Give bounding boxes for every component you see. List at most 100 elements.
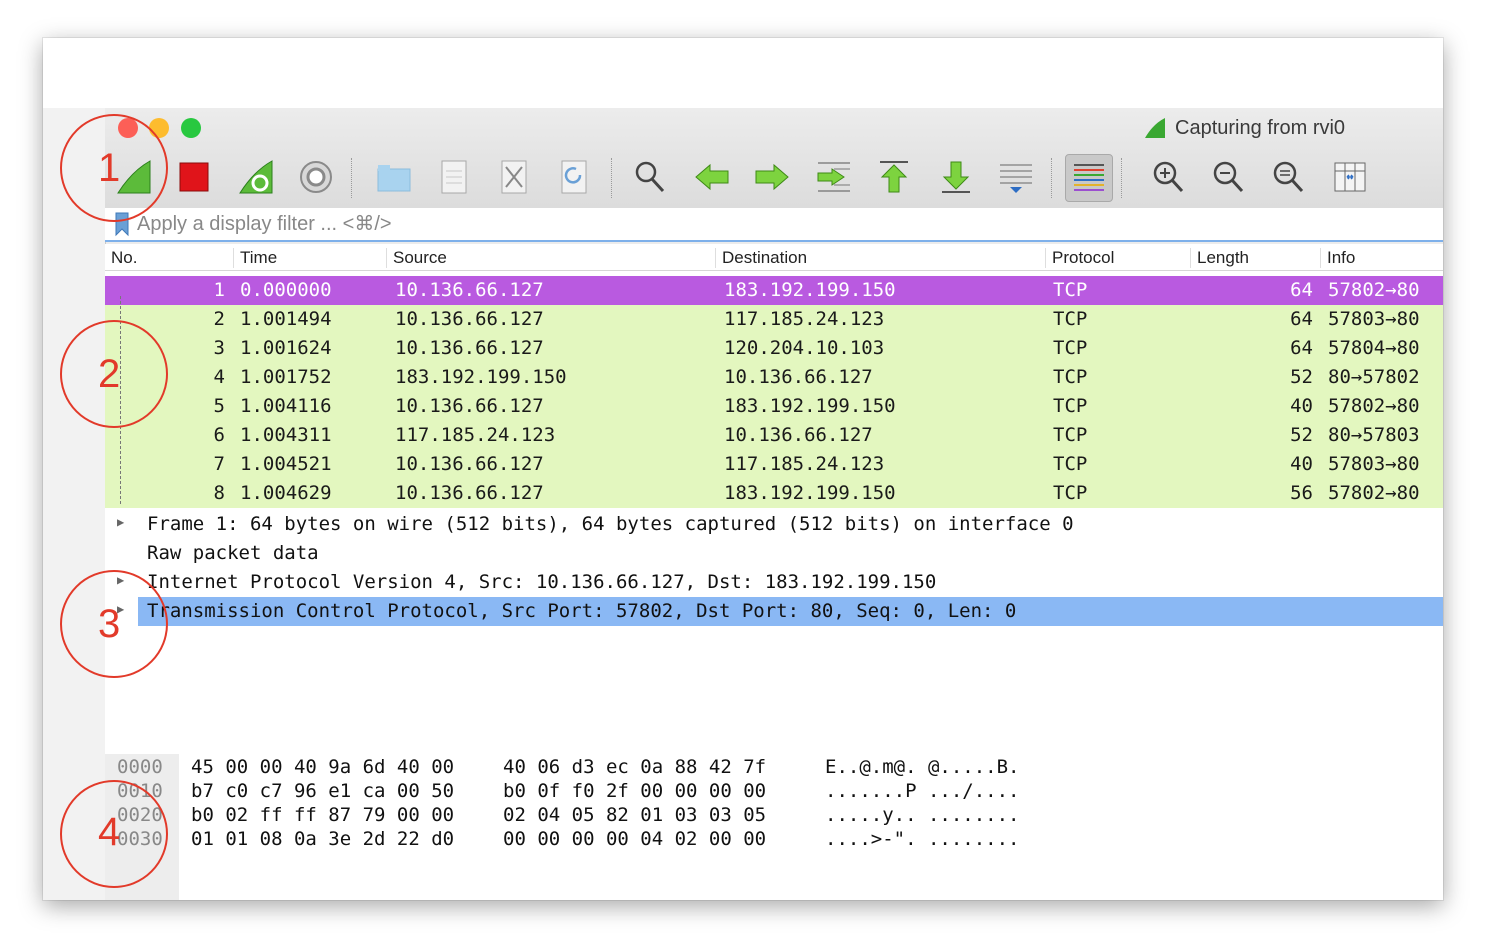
cell-destination: 117.185.24.123 xyxy=(724,308,885,330)
table-row[interactable]: 1 0.000000 10.136.66.127 183.192.199.150 TCP… xyxy=(105,276,1443,305)
stop-capture-button[interactable] xyxy=(171,154,217,200)
column-header-info[interactable]: Info xyxy=(1320,248,1355,268)
auto-scroll-button[interactable] xyxy=(993,154,1039,200)
search-icon xyxy=(635,161,665,193)
table-row[interactable]: 4 1.001752 183.192.199.150 10.136.66.127 TCP… xyxy=(105,363,1443,392)
stop-icon xyxy=(179,162,209,192)
column-header-destination[interactable]: Destination xyxy=(715,248,807,268)
capture-options-button[interactable] xyxy=(293,154,339,200)
cell-length: 52 xyxy=(1290,366,1313,388)
arrow-down-icon xyxy=(942,161,970,193)
cell-source: 10.136.66.127 xyxy=(395,482,544,504)
table-row[interactable]: 8 1.004629 10.136.66.127 183.192.199.150 TCP… xyxy=(105,479,1443,508)
cell-info: 57802→80 xyxy=(1328,279,1420,301)
bytes-line: 0030 01 01 08 0a 3e 2d 22 d0 00 00 00 00… xyxy=(117,828,1020,850)
cell-source: 117.185.24.123 xyxy=(395,424,556,446)
cell-no: 7 xyxy=(213,453,225,475)
table-row[interactable]: 3 1.001624 10.136.66.127 120.204.10.103 TCP 6… xyxy=(105,334,1443,363)
packet-list: No. Time Source Destination Protocol Len… xyxy=(105,244,1443,508)
save-file-button[interactable] xyxy=(431,154,477,200)
last-packet-button[interactable] xyxy=(933,154,979,200)
bytes-line: 0010 b7 c0 c7 96 e1 ca 00 50 b0 0f f0 2f… xyxy=(117,780,1020,802)
expand-arrow-icon[interactable]: ▶ xyxy=(117,515,124,529)
details-raw[interactable]: Raw packet data xyxy=(105,539,1443,568)
go-forward-button[interactable] xyxy=(749,154,795,200)
cell-info: 80→57803 xyxy=(1328,424,1420,446)
reload-file-button[interactable] xyxy=(551,154,597,200)
cell-destination: 183.192.199.150 xyxy=(724,482,896,504)
zoom-out-button[interactable] xyxy=(1205,154,1251,200)
table-row[interactable]: 5 1.004116 10.136.66.127 183.192.199.150 TCP… xyxy=(105,392,1443,421)
column-header-time[interactable]: Time xyxy=(233,248,277,268)
cell-time: 1.004311 xyxy=(240,424,332,446)
cell-length: 52 xyxy=(1290,424,1313,446)
details-frame[interactable]: ▶ Frame 1: 64 bytes on wire (512 bits), … xyxy=(105,510,1443,539)
details-tcp[interactable]: ▶ Transmission Control Protocol, Src Por… xyxy=(117,597,1443,626)
column-header-length[interactable]: Length xyxy=(1190,248,1249,268)
go-to-packet-button[interactable] xyxy=(811,154,857,200)
table-row[interactable]: 6 1.004311 117.185.24.123 10.136.66.127 TCP 5… xyxy=(105,421,1443,450)
column-header-no[interactable]: No. xyxy=(105,248,137,268)
zoom-in-button[interactable] xyxy=(1145,154,1191,200)
cell-info: 57802→80 xyxy=(1328,395,1420,417)
cell-protocol: TCP xyxy=(1053,482,1088,504)
cell-protocol: TCP xyxy=(1053,453,1088,475)
toolbar-separator xyxy=(1051,158,1053,198)
display-filter-input[interactable] xyxy=(137,212,1337,236)
find-packet-button[interactable] xyxy=(627,154,673,200)
column-header-protocol[interactable]: Protocol xyxy=(1045,248,1114,268)
details-ipv4[interactable]: ▶ Internet Protocol Version 4, Src: 10.1… xyxy=(105,568,1443,597)
left-margin xyxy=(43,108,106,900)
callout-number-1: 1 xyxy=(98,146,121,190)
cell-info: 57803→80 xyxy=(1328,308,1420,330)
packet-bytes: 0000 45 00 00 40 9a 6d 40 00 40 06 d3 ec… xyxy=(105,754,1443,900)
cell-info: 80→57802 xyxy=(1328,366,1420,388)
cell-time: 1.004116 xyxy=(240,395,332,417)
table-row[interactable]: 7 1.004521 10.136.66.127 117.185.24.123 TCP 4… xyxy=(105,450,1443,479)
cell-source: 10.136.66.127 xyxy=(395,337,544,359)
document-icon xyxy=(441,160,467,194)
open-file-button[interactable] xyxy=(371,154,417,200)
bytes-line: 0000 45 00 00 40 9a 6d 40 00 40 06 d3 ec… xyxy=(117,756,1020,778)
cell-info: 57803→80 xyxy=(1328,453,1420,475)
cell-protocol: TCP xyxy=(1053,337,1088,359)
gear-icon xyxy=(300,161,332,193)
cell-time: 0.000000 xyxy=(240,279,332,301)
bytes-line: 0020 b0 02 ff ff 87 79 00 00 02 04 05 82… xyxy=(117,804,1020,826)
zoom-window-button[interactable] xyxy=(181,118,201,138)
close-file-icon xyxy=(501,160,527,194)
restart-capture-button[interactable] xyxy=(233,154,279,200)
cell-destination: 10.136.66.127 xyxy=(724,424,873,446)
colorize-button[interactable] xyxy=(1065,154,1113,202)
cell-length: 56 xyxy=(1290,482,1313,504)
jump-to-icon xyxy=(817,162,850,192)
toolbar-separator xyxy=(351,158,353,198)
cell-no: 6 xyxy=(213,424,225,446)
normal-size-button[interactable] xyxy=(1265,154,1311,200)
cell-time: 1.004629 xyxy=(240,482,332,504)
callout-number-2: 2 xyxy=(98,352,121,396)
cell-no: 3 xyxy=(213,337,225,359)
auto-scroll-icon xyxy=(1000,164,1032,193)
resize-columns-icon xyxy=(1334,162,1366,192)
column-header-source[interactable]: Source xyxy=(386,248,447,268)
wireshark-window: Capturing from rvi0 Apply a display filt… xyxy=(43,38,1443,900)
table-row[interactable]: 2 1.001494 10.136.66.127 117.185.24.123 TCP 6… xyxy=(105,305,1443,334)
cell-length: 64 xyxy=(1290,308,1313,330)
go-back-button[interactable] xyxy=(689,154,735,200)
cell-protocol: TCP xyxy=(1053,424,1088,446)
cell-length: 64 xyxy=(1290,279,1313,301)
first-packet-button[interactable] xyxy=(871,154,917,200)
cell-no: 2 xyxy=(213,308,225,330)
window-top-area xyxy=(43,38,1443,108)
close-file-button[interactable] xyxy=(491,154,537,200)
cell-length: 64 xyxy=(1290,337,1313,359)
folder-icon xyxy=(377,165,411,192)
cell-info: 57804→80 xyxy=(1328,337,1420,359)
cell-no: 4 xyxy=(213,366,225,388)
resize-columns-button[interactable] xyxy=(1327,154,1373,200)
zoom-in-icon xyxy=(1153,161,1184,193)
shark-fin-icon xyxy=(1145,118,1165,138)
zoom-reset-icon xyxy=(1273,161,1304,193)
cell-destination: 10.136.66.127 xyxy=(724,366,873,388)
